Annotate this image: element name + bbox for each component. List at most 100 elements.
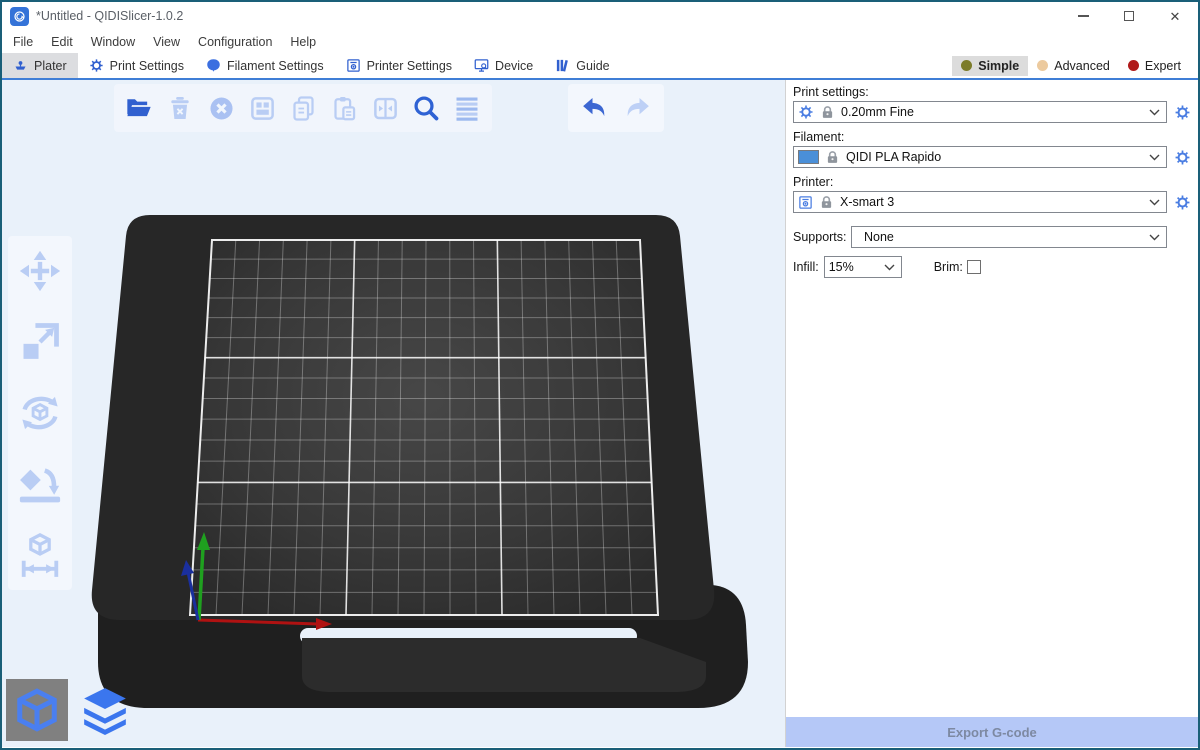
tab-plater[interactable]: Plater — [2, 53, 78, 78]
mode-expert[interactable]: Expert — [1119, 56, 1190, 76]
printer-label: Printer: — [793, 174, 1192, 191]
menu-window[interactable]: Window — [82, 32, 144, 52]
undo-button[interactable] — [580, 93, 610, 123]
search-button[interactable] — [411, 93, 441, 123]
gear-icon — [1174, 104, 1191, 121]
editor-view-button[interactable] — [6, 679, 68, 741]
menu-file[interactable]: File — [4, 32, 42, 52]
menu-help[interactable]: Help — [281, 32, 325, 52]
printer-combo[interactable]: X-smart 3 — [793, 191, 1167, 213]
export-gcode-button[interactable]: Export G-code — [786, 717, 1198, 747]
menu-bar: File Edit Window View Configuration Help — [2, 30, 1198, 53]
open-project-button[interactable] — [124, 93, 154, 123]
app-logo-icon — [10, 7, 29, 26]
move-icon — [18, 249, 62, 293]
mode-label: Advanced — [1054, 59, 1110, 73]
preview-view-button[interactable] — [74, 679, 136, 741]
layers-icon — [80, 685, 130, 735]
infill-combo[interactable]: 15% — [824, 256, 902, 278]
place-on-face-icon — [17, 461, 63, 507]
3d-viewport[interactable] — [2, 80, 785, 747]
filament-value: QIDI PLA Rapido — [846, 150, 1143, 164]
menu-view[interactable]: View — [144, 32, 189, 52]
split-button[interactable] — [370, 93, 400, 123]
mode-advanced[interactable]: Advanced — [1028, 56, 1119, 76]
gear-icon — [1174, 194, 1191, 211]
maximize-icon — [1124, 11, 1134, 21]
undo-redo-toolbar — [568, 84, 664, 132]
tab-label: Plater — [34, 59, 67, 73]
brim-checkbox[interactable] — [967, 260, 981, 274]
delete-all-button[interactable] — [206, 93, 236, 123]
arrange-icon — [249, 95, 276, 122]
paste-icon — [331, 95, 358, 122]
printer-gear-button[interactable] — [1172, 192, 1192, 212]
tab-filament-settings[interactable]: Filament Settings — [195, 53, 335, 78]
chevron-down-icon — [1149, 154, 1160, 161]
mode-switcher: Simple Advanced Expert — [952, 53, 1198, 78]
move-tool-button[interactable] — [17, 248, 63, 294]
mode-label: Expert — [1145, 59, 1181, 73]
chevron-down-icon — [884, 264, 895, 271]
scale-icon — [18, 320, 62, 364]
expert-mode-dot-icon — [1128, 60, 1139, 71]
filament-icon — [206, 58, 221, 73]
tab-device[interactable]: Device — [463, 53, 544, 78]
filament-gear-button[interactable] — [1172, 147, 1192, 167]
printer-icon — [798, 195, 813, 210]
tab-printer-settings[interactable]: Printer Settings — [335, 53, 463, 78]
printer-icon — [346, 58, 361, 73]
paste-button[interactable] — [329, 93, 359, 123]
tab-label: Printer Settings — [367, 59, 452, 73]
measure-tool-button[interactable] — [17, 532, 63, 578]
scale-tool-button[interactable] — [17, 319, 63, 365]
print-settings-gear-button[interactable] — [1172, 102, 1192, 122]
simple-mode-dot-icon — [961, 60, 972, 71]
copy-icon — [290, 95, 317, 122]
arrange-button[interactable] — [247, 93, 277, 123]
app-window: *Untitled - QIDISlicer-1.0.2 ✕ File Edit… — [0, 0, 1200, 750]
tab-guide[interactable]: Guide — [544, 53, 620, 78]
place-on-face-tool-button[interactable] — [17, 461, 63, 507]
device-icon — [474, 58, 489, 73]
split-panel-icon — [372, 95, 399, 122]
copy-button[interactable] — [288, 93, 318, 123]
close-icon: ✕ — [1170, 10, 1181, 23]
layers-table-icon — [453, 94, 481, 122]
minimize-icon — [1078, 15, 1089, 17]
supports-label: Supports: — [793, 229, 851, 246]
filament-label: Filament: — [793, 129, 1192, 146]
menu-configuration[interactable]: Configuration — [189, 32, 281, 52]
tab-label: Guide — [576, 59, 609, 73]
close-button[interactable]: ✕ — [1152, 2, 1198, 30]
menu-edit[interactable]: Edit — [42, 32, 82, 52]
brim-label: Brim: — [934, 259, 963, 276]
redo-button[interactable] — [622, 93, 652, 123]
print-settings-combo[interactable]: 0.20mm Fine — [793, 101, 1167, 123]
minimize-button[interactable] — [1060, 2, 1106, 30]
filament-color-swatch — [798, 150, 819, 164]
rotate-tool-button[interactable] — [17, 390, 63, 436]
tab-bar: Plater Print Settings Filament Settings … — [2, 53, 1198, 80]
window-title: *Untitled - QIDISlicer-1.0.2 — [36, 9, 183, 23]
guide-icon — [555, 58, 570, 73]
delete-button[interactable] — [165, 93, 195, 123]
supports-combo[interactable]: None — [851, 226, 1167, 248]
gear-icon — [89, 58, 104, 73]
tab-print-settings[interactable]: Print Settings — [78, 53, 195, 78]
3d-cube-icon — [14, 687, 60, 733]
print-settings-value: 0.20mm Fine — [841, 105, 1143, 119]
plater-icon — [13, 58, 28, 73]
undo-icon — [580, 93, 610, 123]
tab-label: Device — [495, 59, 533, 73]
chevron-down-icon — [1149, 109, 1160, 116]
measure-icon — [17, 532, 63, 578]
mode-simple[interactable]: Simple — [952, 56, 1028, 76]
filament-combo[interactable]: QIDI PLA Rapido — [793, 146, 1167, 168]
variable-layer-height-button[interactable] — [452, 93, 482, 123]
supports-value: None — [864, 230, 1143, 244]
circle-x-icon — [208, 95, 235, 122]
maximize-button[interactable] — [1106, 2, 1152, 30]
redo-icon — [622, 93, 652, 123]
mode-label: Simple — [978, 59, 1019, 73]
